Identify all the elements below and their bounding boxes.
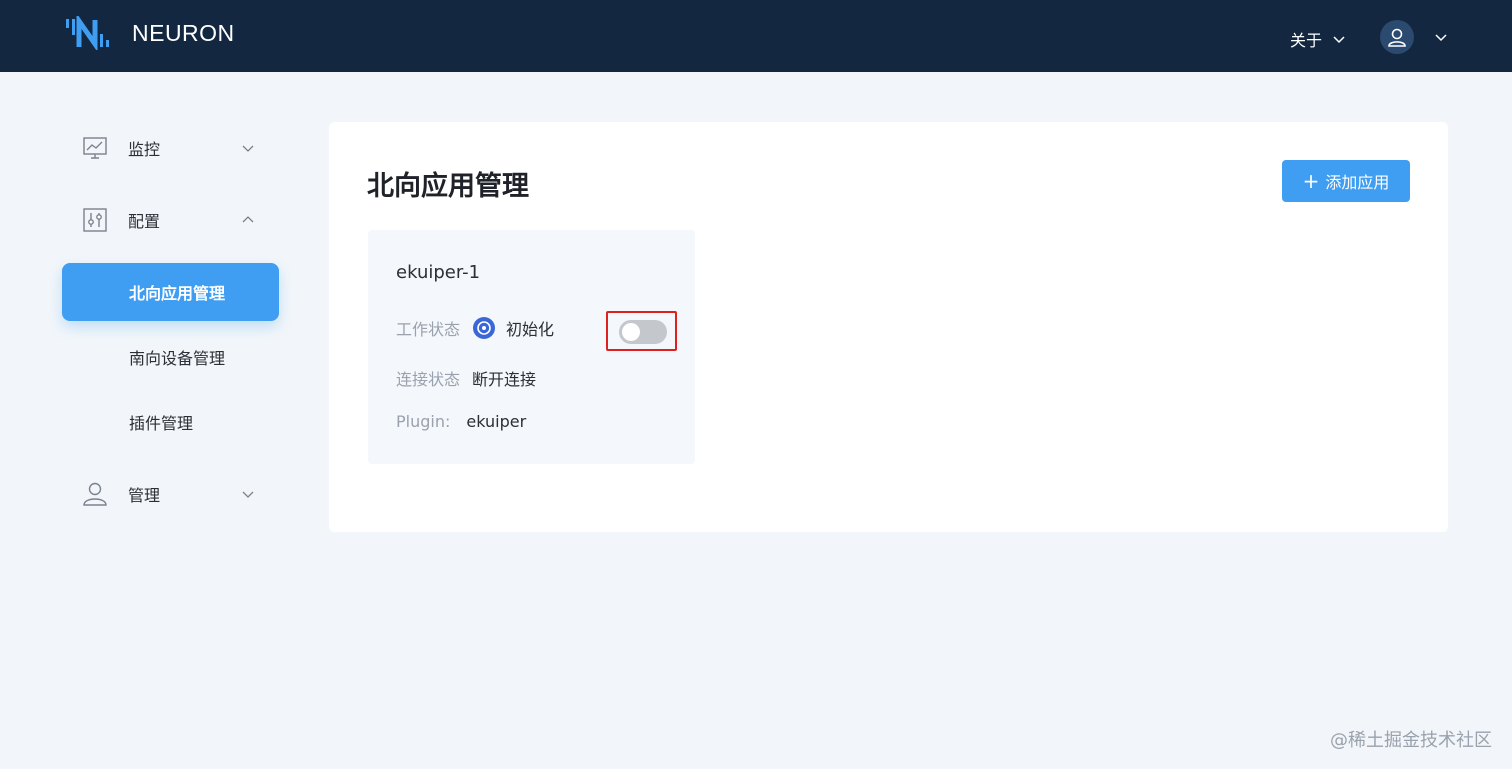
page-title: 北向应用管理 xyxy=(367,171,529,202)
work-status-row: 工作状态 初始化 xyxy=(396,316,554,340)
sidebar-item-northbound-apps[interactable]: 北向应用管理 xyxy=(62,263,279,321)
connection-status-value: 断开连接 xyxy=(472,370,537,389)
sidebar-group-monitor[interactable]: 监控 xyxy=(62,112,282,184)
about-menu[interactable]: 关于 xyxy=(1290,26,1346,52)
plugin-value: ekuiper xyxy=(466,412,527,431)
chevron-up-icon xyxy=(242,216,254,223)
chevron-down-icon xyxy=(1435,34,1447,42)
connection-status-row: 连接状态 断开连接 xyxy=(396,366,536,390)
app-card[interactable]: ekuiper-1 工作状态 初始化 连接状态 断开连接 Plugin: eku… xyxy=(368,230,695,464)
top-navigation-bar: NEURON 关于 xyxy=(0,0,1512,72)
work-status-label: 工作状态 xyxy=(396,320,461,339)
chart-monitor-icon xyxy=(83,137,107,159)
connection-status-label: 连接状态 xyxy=(396,370,461,389)
add-app-button-label: 添加应用 xyxy=(1325,173,1390,192)
main-panel: 北向应用管理 + 添加应用 ekuiper-1 工作状态 初始化 连接状态 断开… xyxy=(329,122,1448,532)
chevron-down-icon xyxy=(242,145,254,152)
user-avatar-icon xyxy=(1388,28,1406,47)
sidebar-group-admin[interactable]: 管理 xyxy=(62,458,282,530)
sidebar-group-label: 管理 xyxy=(128,486,161,505)
sidebar: 监控 配置 北向应用管理 南向设备管理 插件管理 管理 xyxy=(62,112,282,530)
sidebar-group-label: 监控 xyxy=(128,140,161,159)
app-logo[interactable]: NEURON xyxy=(64,16,235,50)
chevron-down-icon xyxy=(1333,36,1345,44)
user-icon xyxy=(83,482,107,506)
sidebar-group-label: 配置 xyxy=(128,212,161,231)
app-name: NEURON xyxy=(132,19,235,46)
plugin-row: Plugin: ekuiper xyxy=(396,412,526,431)
user-menu[interactable] xyxy=(1380,20,1448,54)
toggle-knob xyxy=(622,323,640,341)
about-menu-label: 关于 xyxy=(1290,31,1323,50)
avatar[interactable] xyxy=(1380,20,1414,54)
sidebar-item-plugins[interactable]: 插件管理 xyxy=(62,393,282,451)
neuron-logo-icon xyxy=(66,16,109,50)
plus-icon: + xyxy=(1302,169,1320,193)
work-status-value: 初始化 xyxy=(506,320,555,339)
app-enable-toggle[interactable] xyxy=(619,320,667,344)
add-app-button[interactable]: + 添加应用 xyxy=(1282,160,1410,202)
init-status-icon xyxy=(473,317,496,339)
plugin-label: Plugin: xyxy=(396,412,451,431)
highlight-box xyxy=(606,311,677,351)
watermark: @稀土掘金技术社区 xyxy=(1330,730,1492,751)
sidebar-group-config[interactable]: 配置 xyxy=(62,184,282,256)
app-name: ekuiper-1 xyxy=(396,262,481,283)
sliders-icon xyxy=(83,208,107,232)
chevron-down-icon xyxy=(242,491,254,498)
sidebar-item-southbound-devices[interactable]: 南向设备管理 xyxy=(62,328,282,386)
